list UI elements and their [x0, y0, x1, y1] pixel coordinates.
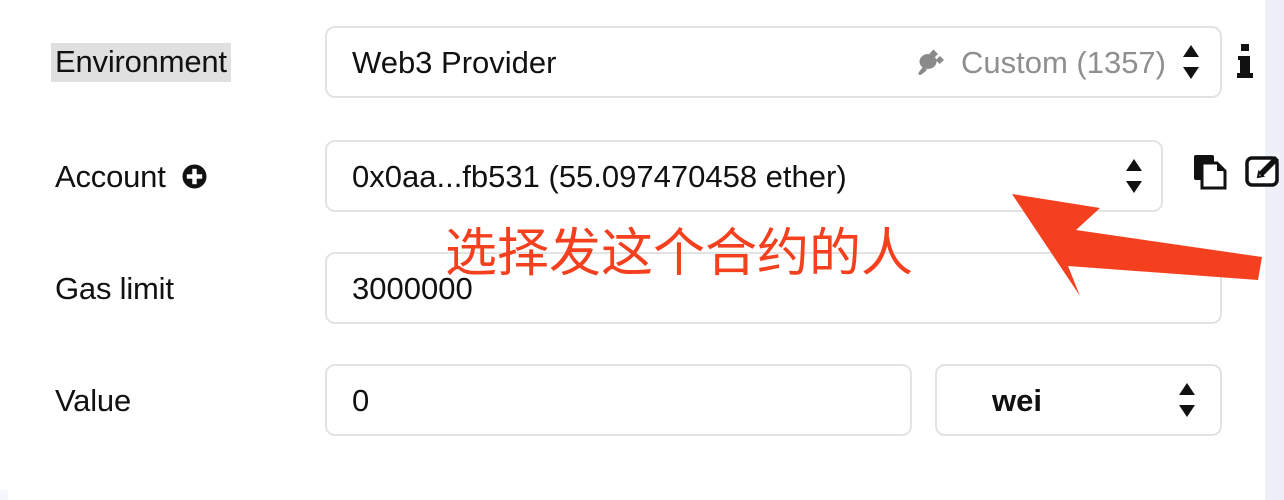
environment-select[interactable]: Web3 Provider Custom (1357) — [325, 26, 1222, 98]
value-label: Value — [55, 382, 131, 418]
environment-row: Environment Web3 Provider Custom (1357) — [0, 26, 1284, 98]
info-icon[interactable] — [1237, 44, 1253, 80]
value-input[interactable]: 0 — [325, 364, 912, 436]
value-amount: 0 — [352, 382, 370, 418]
value-unit-text: wei — [992, 382, 1042, 418]
gas-limit-label: Gas limit — [55, 270, 174, 306]
account-value-text: 0x0aa...fb531 (55.097470458 ether) — [352, 158, 847, 194]
environment-label: Environment — [51, 42, 231, 82]
edit-sign-icon[interactable] — [1245, 155, 1279, 189]
account-select[interactable]: 0x0aa...fb531 (55.097470458 ether) — [325, 140, 1163, 212]
annotation-text: 选择发这个合约的人 — [445, 224, 914, 284]
value-unit-select[interactable]: wei — [935, 364, 1222, 436]
stepper-updown-icon[interactable] — [1180, 43, 1202, 81]
value-row: Value 0 wei — [0, 364, 1284, 436]
environment-provider-text: Web3 Provider — [352, 44, 557, 80]
plus-circle-icon[interactable] — [182, 164, 207, 189]
copy-icon[interactable] — [1193, 154, 1227, 190]
environment-network-text: Custom (1357) — [960, 44, 1166, 80]
account-trailing-icons — [1193, 154, 1279, 190]
account-row: Account 0x0aa...fb531 (55.097470458 ethe… — [0, 140, 1284, 212]
stepper-updown-icon[interactable] — [1176, 381, 1198, 419]
stepper-updown-icon[interactable] — [1123, 157, 1145, 195]
plug-icon — [913, 47, 947, 77]
account-label-group: Account — [55, 161, 207, 192]
account-label: Account — [55, 158, 166, 194]
environment-trailing-icons — [1237, 44, 1253, 80]
